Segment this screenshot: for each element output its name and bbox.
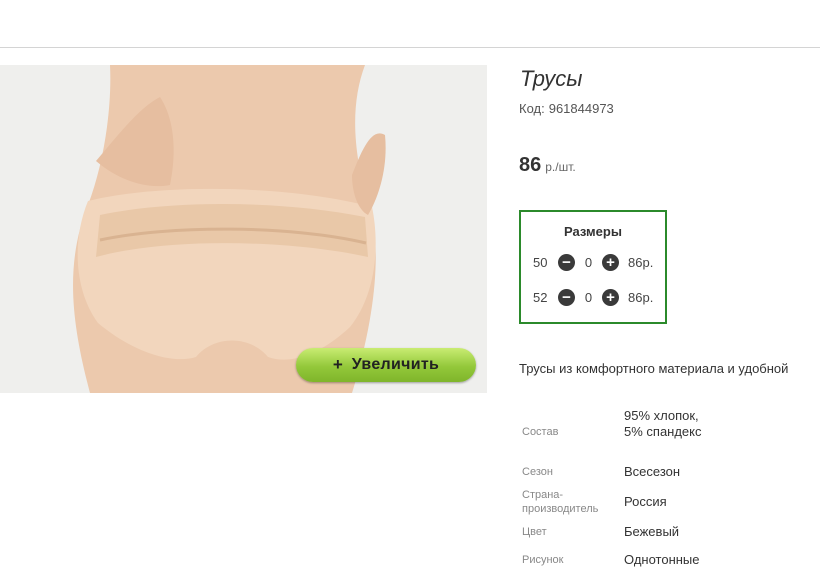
product-photo[interactable]: [0, 65, 487, 393]
product-photo-illustration: [0, 65, 487, 393]
code-value: 961844973: [548, 101, 614, 116]
spec-label-composition: Состав: [522, 426, 559, 438]
plus-icon: +: [332, 355, 343, 374]
product-price: 86 р./шт.: [519, 154, 576, 177]
spec-label-color: Цвет: [522, 526, 547, 538]
code-label: Код:: [519, 101, 545, 116]
spec-value-color: Бежевый: [624, 524, 680, 539]
top-divider: [0, 47, 820, 48]
spec-value-pattern: Однотонные: [624, 552, 700, 567]
spec-label-season: Сезон: [522, 466, 553, 478]
sizes-panel: Размеры 50 − 0 + 86р. 52 − 0 + 86р.: [519, 210, 667, 324]
zoom-button-label: Увеличить: [351, 356, 440, 373]
price-value: 86: [519, 154, 542, 176]
spec-value-country: Россия: [624, 494, 667, 509]
quantity-value[interactable]: 0: [575, 255, 602, 270]
size-row: 52 − 0 + 86р.: [533, 288, 653, 306]
plus-icon[interactable]: +: [602, 253, 619, 271]
spec-label-pattern: Рисунок: [522, 554, 564, 566]
sizes-title: Размеры: [564, 224, 622, 239]
minus-icon[interactable]: −: [558, 253, 575, 271]
spec-label-country: Страна-производитель: [522, 489, 599, 515]
spec-value-season: Всесезон: [624, 464, 681, 479]
price-unit: р./шт.: [545, 160, 576, 174]
quantity-value[interactable]: 0: [575, 290, 602, 305]
size-price: 86р.: [628, 254, 654, 270]
plus-icon[interactable]: +: [602, 288, 619, 306]
size-label: 52: [533, 289, 548, 305]
product-description: Трусы из комфортного материала и удобной: [519, 361, 789, 376]
product-code: Код: 961844973: [519, 101, 614, 116]
zoom-button[interactable]: + Увеличить: [296, 348, 476, 382]
minus-icon[interactable]: −: [558, 288, 575, 306]
spec-value-composition: 95% хлопок, 5% спандекс: [624, 408, 702, 439]
size-label: 50: [533, 254, 548, 270]
product-title: Трусы: [520, 66, 583, 91]
size-row: 50 − 0 + 86р.: [533, 253, 653, 271]
size-price: 86р.: [628, 289, 654, 305]
